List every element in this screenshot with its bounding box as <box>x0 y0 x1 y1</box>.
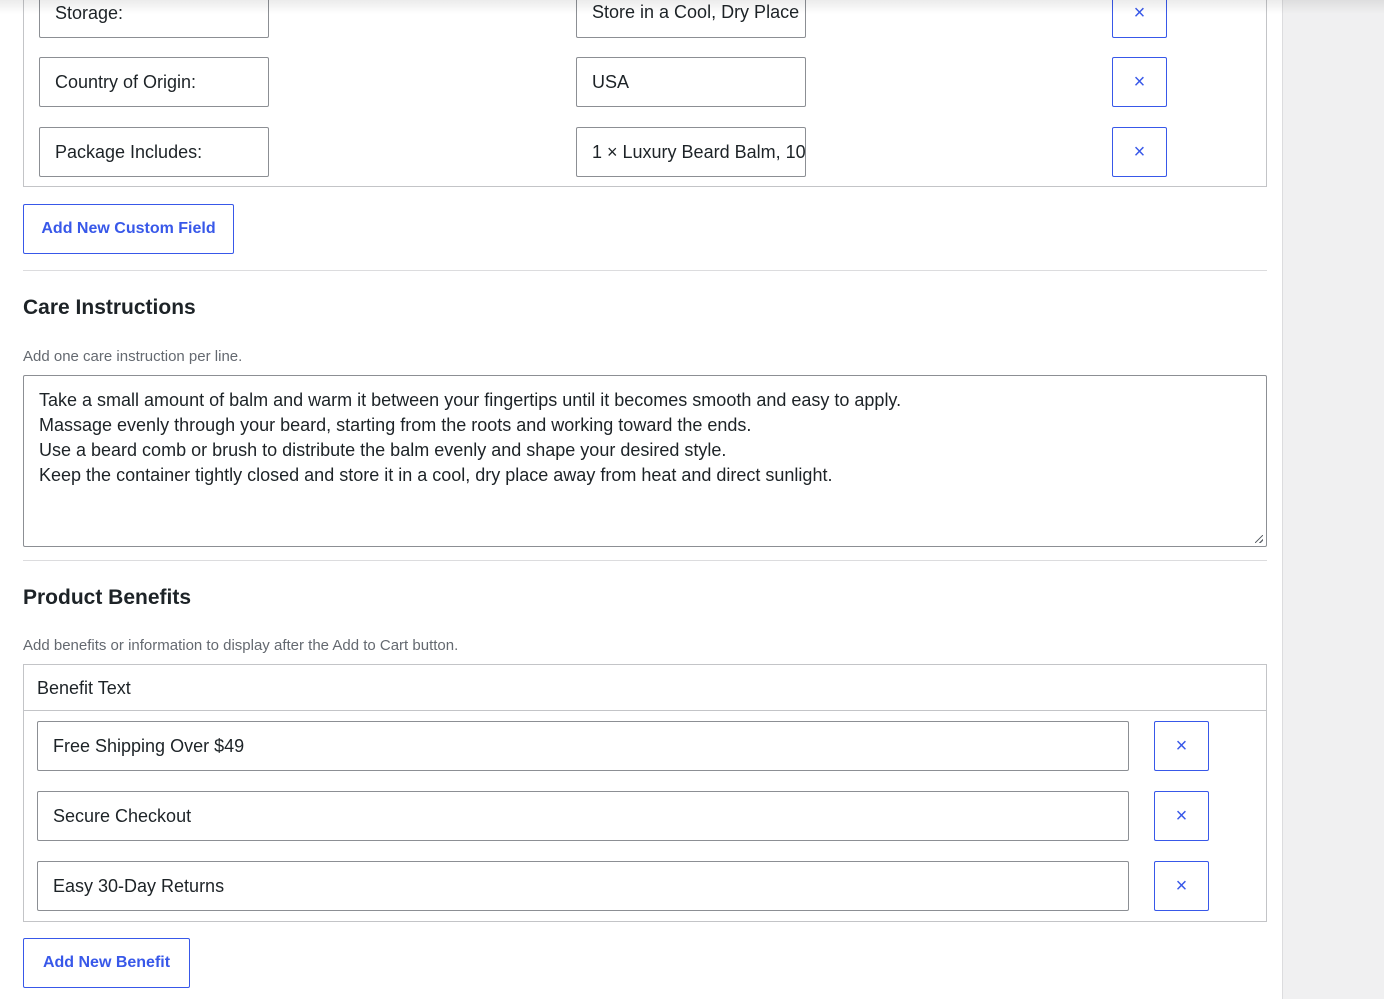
custom-field-row: Package Includes: 1 × Luxury Beard Balm,… <box>24 127 1266 177</box>
custom-fields-table: Storage: Store in a Cool, Dry Place × Co… <box>23 0 1267 187</box>
remove-benefit-button[interactable]: × <box>1154 721 1209 771</box>
add-custom-field-button[interactable]: Add New Custom Field <box>23 204 234 254</box>
close-icon: × <box>1175 805 1188 827</box>
benefit-text-input[interactable]: Free Shipping Over $49 <box>37 721 1129 771</box>
care-instruction-line: Keep the container tightly closed and st… <box>39 465 833 485</box>
benefit-text-column-header: Benefit Text <box>24 665 1266 711</box>
custom-field-key-input[interactable]: Storage: <box>39 0 269 38</box>
benefit-row: Secure Checkout × <box>24 791 1266 841</box>
care-instruction-line: Massage evenly through your beard, start… <box>39 415 752 435</box>
remove-custom-field-button[interactable]: × <box>1112 57 1167 107</box>
product-benefits-title: Product Benefits <box>23 586 192 609</box>
custom-field-key-input[interactable]: Package Includes: <box>39 127 269 177</box>
close-icon: × <box>1175 735 1188 757</box>
section-divider <box>23 560 1267 561</box>
close-icon: × <box>1175 875 1188 897</box>
care-instruction-line: Use a beard comb or brush to distribute … <box>39 440 727 460</box>
custom-field-row: Country of Origin: USA × <box>24 57 1266 107</box>
close-icon: × <box>1133 2 1146 24</box>
remove-benefit-button[interactable]: × <box>1154 861 1209 911</box>
custom-field-value-input[interactable]: 1 × Luxury Beard Balm, 10 <box>576 127 806 177</box>
custom-field-row: Storage: Store in a Cool, Dry Place × <box>24 0 1266 38</box>
benefit-text-input[interactable]: Easy 30-Day Returns <box>37 861 1129 911</box>
close-icon: × <box>1133 71 1146 93</box>
product-benefits-description: Add benefits or information to display a… <box>23 637 459 654</box>
product-settings-panel: Storage: Store in a Cool, Dry Place × Co… <box>0 0 1283 999</box>
benefit-row: Easy 30-Day Returns × <box>24 861 1266 911</box>
close-icon: × <box>1133 141 1146 163</box>
benefit-text-input[interactable]: Secure Checkout <box>37 791 1129 841</box>
care-instruction-line: Take a small amount of balm and warm it … <box>39 390 902 410</box>
custom-field-value-input[interactable]: USA <box>576 57 806 107</box>
section-divider <box>23 270 1267 271</box>
care-instructions-description: Add one care instruction per line. <box>23 348 243 365</box>
resize-handle-icon[interactable] <box>1255 535 1263 543</box>
remove-custom-field-button[interactable]: × <box>1112 127 1167 177</box>
custom-field-value-input[interactable]: Store in a Cool, Dry Place <box>576 0 806 38</box>
remove-benefit-button[interactable]: × <box>1154 791 1209 841</box>
care-instructions-textarea[interactable]: Take a small amount of balm and warm it … <box>23 375 1267 547</box>
benefits-table: Benefit Text Free Shipping Over $49 × Se… <box>23 664 1267 922</box>
remove-custom-field-button[interactable]: × <box>1112 0 1167 38</box>
add-benefit-button[interactable]: Add New Benefit <box>23 938 190 988</box>
care-instructions-title: Care Instructions <box>23 296 196 319</box>
custom-field-key-input[interactable]: Country of Origin: <box>39 57 269 107</box>
benefit-row: Free Shipping Over $49 × <box>24 721 1266 771</box>
